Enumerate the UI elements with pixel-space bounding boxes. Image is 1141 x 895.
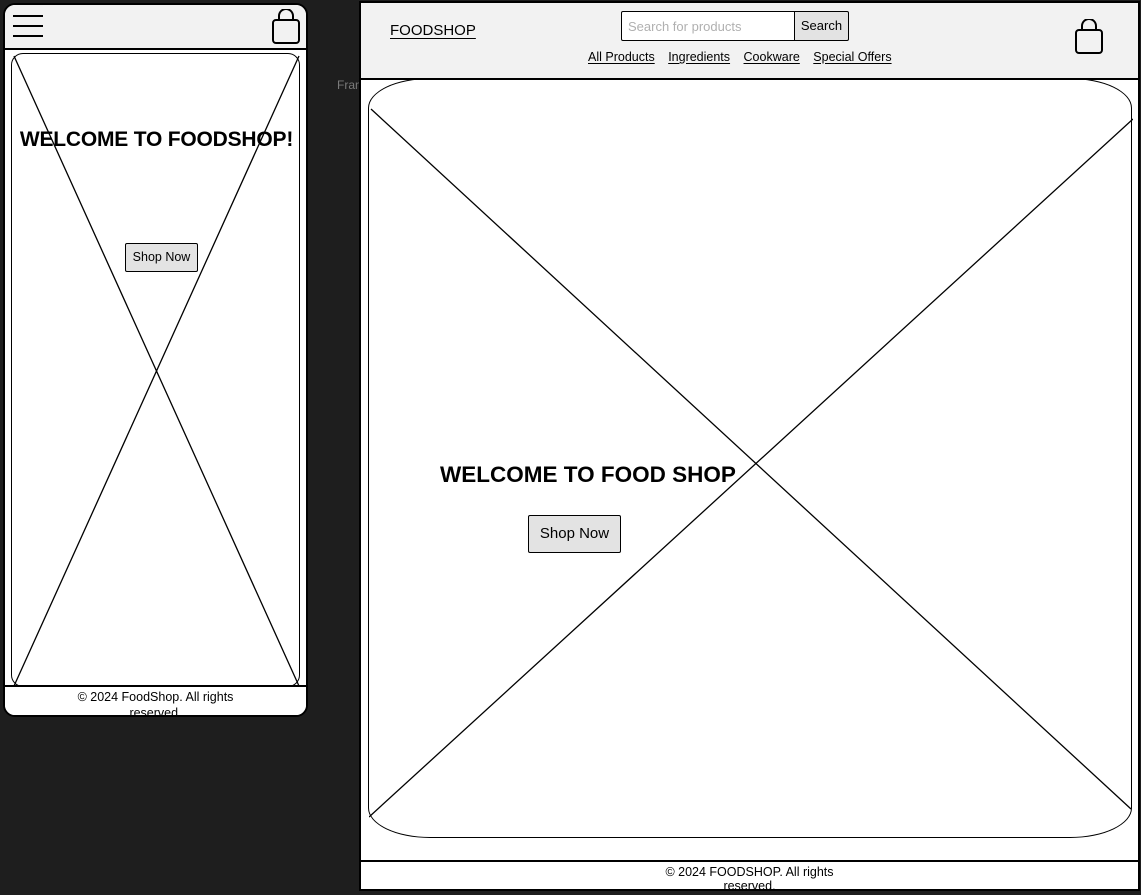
footer-text: © 2024 FoodShop. All rights reserved.	[77, 690, 234, 717]
shop-now-button[interactable]: Shop Now	[528, 515, 621, 553]
hero-image-placeholder: WELCOME TO FOODSHOP! Shop Now	[11, 53, 300, 687]
nav-special-offers[interactable]: Special Offers	[813, 50, 891, 64]
hero-image-placeholder: WELCOME TO FOOD SHOP Shop Now	[368, 78, 1133, 838]
nav-cookware[interactable]: Cookware	[744, 50, 800, 64]
footer: © 2024 FOODSHOP. All rights reserved.	[361, 860, 1138, 891]
hero-title: WELCOME TO FOOD SHOP	[440, 462, 736, 487]
hero-title: WELCOME TO FOODSHOP!	[19, 128, 294, 151]
nav-all-products[interactable]: All Products	[588, 50, 655, 64]
search-button[interactable]: Search	[794, 11, 849, 41]
logo-link[interactable]: FOODSHOP	[390, 22, 476, 39]
shopping-bag-icon[interactable]	[270, 9, 302, 45]
footer: © 2024 FoodShop. All rights reserved.	[5, 685, 306, 717]
desktop-frame: FOODSHOP Search All Products Ingredients…	[359, 1, 1140, 891]
search-input[interactable]	[621, 11, 795, 41]
footer-text: © 2024 FOODSHOP. All rights reserved.	[665, 865, 834, 891]
mobile-header	[5, 5, 306, 50]
desktop-header: FOODSHOP Search All Products Ingredients…	[361, 3, 1138, 80]
mobile-frame: WELCOME TO FOODSHOP! Shop Now © 2024 Foo…	[3, 3, 308, 717]
shop-now-button[interactable]: Shop Now	[125, 243, 198, 272]
hamburger-icon[interactable]	[13, 15, 43, 39]
image-placeholder-cross	[369, 108, 1133, 818]
nav-ingredients[interactable]: Ingredients	[668, 50, 730, 64]
shopping-bag-icon[interactable]	[1073, 19, 1105, 55]
main-nav: All Products Ingredients Cookware Specia…	[588, 50, 902, 64]
